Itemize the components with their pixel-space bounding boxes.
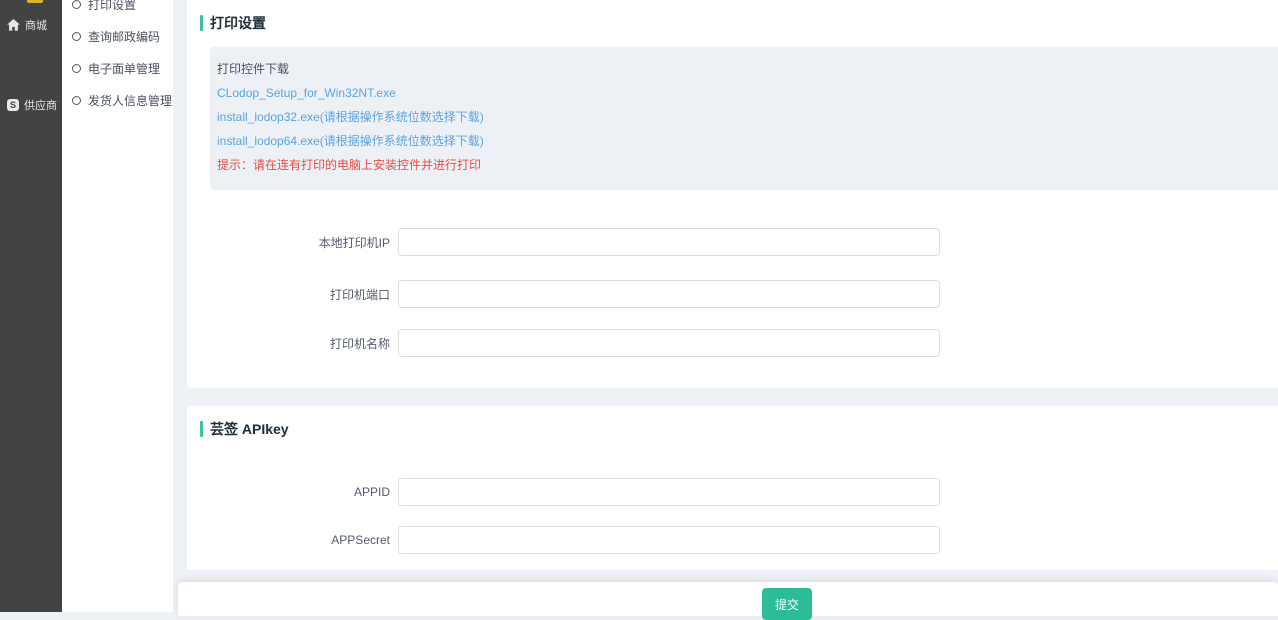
primary-sidebar: 商城 S 供应商 bbox=[0, 0, 62, 612]
menu-item-label: 电子面单管理 bbox=[88, 60, 160, 77]
section-header: 芸签 APIkey bbox=[200, 419, 289, 439]
menu-item-print-settings[interactable]: 打印设置 bbox=[62, 0, 173, 20]
menu-item-postal-code-query[interactable]: 查询邮政编码 bbox=[62, 20, 173, 52]
appsecret-label: APPSecret bbox=[187, 533, 398, 547]
logo-partial-icon bbox=[27, 0, 43, 3]
sidebar-item-label: 商城 bbox=[25, 17, 47, 33]
circle-bullet-icon bbox=[72, 96, 81, 105]
home-icon bbox=[7, 19, 20, 31]
appid-label: APPID bbox=[187, 485, 398, 499]
circle-bullet-icon bbox=[72, 64, 81, 73]
print-settings-card: 打印设置 打印控件下载 CLodop_Setup_for_Win32NT.exe… bbox=[187, 0, 1278, 388]
accent-bar bbox=[200, 421, 203, 437]
circle-bullet-icon bbox=[72, 0, 81, 9]
supplier-icon: S bbox=[7, 99, 19, 111]
print-control-download-box: 打印控件下载 CLodop_Setup_for_Win32NT.exe inst… bbox=[210, 47, 1278, 190]
menu-item-label: 发货人信息管理 bbox=[88, 92, 172, 109]
circle-bullet-icon bbox=[72, 32, 81, 41]
download-link-lodop32[interactable]: install_lodop32.exe(请根据操作系统位数选择下载) bbox=[217, 105, 1278, 129]
settings-menu: 打印设置 查询邮政编码 电子面单管理 发货人信息管理 bbox=[62, 0, 173, 116]
sidebar-item-supplier[interactable]: S 供应商 bbox=[0, 94, 62, 116]
menu-item-shipper-info-management[interactable]: 发货人信息管理 bbox=[62, 84, 173, 116]
appid-input[interactable] bbox=[398, 478, 940, 506]
form-row: APPSecret bbox=[187, 526, 940, 554]
install-tip-text: 提示：请在连有打印的电脑上安装控件并进行打印 bbox=[217, 153, 1278, 177]
printer-name-input[interactable] bbox=[398, 329, 940, 357]
form-row: 本地打印机IP bbox=[187, 228, 940, 256]
form-row: 打印机名称 bbox=[187, 329, 940, 357]
menu-item-label: 打印设置 bbox=[88, 0, 136, 13]
printer-ip-label: 本地打印机IP bbox=[187, 234, 398, 251]
accent-bar bbox=[200, 15, 203, 31]
submit-button[interactable]: 提交 bbox=[762, 588, 812, 620]
printer-port-label: 打印机端口 bbox=[187, 286, 398, 303]
download-link-lodop64[interactable]: install_lodop64.exe(请根据操作系统位数选择下载) bbox=[217, 129, 1278, 153]
section-header: 打印设置 bbox=[200, 13, 266, 33]
apikey-section-title: 芸签 APIkey bbox=[210, 419, 289, 439]
appsecret-input[interactable] bbox=[398, 526, 940, 554]
sidebar-item-mall[interactable]: 商城 bbox=[0, 14, 62, 36]
form-row: APPID bbox=[187, 478, 940, 506]
page-title: 打印设置 bbox=[210, 13, 266, 33]
download-heading: 打印控件下载 bbox=[217, 57, 1278, 81]
printer-port-input[interactable] bbox=[398, 280, 940, 308]
printer-name-label: 打印机名称 bbox=[187, 335, 398, 352]
menu-item-label: 查询邮政编码 bbox=[88, 28, 160, 45]
secondary-sidebar: 打印设置 查询邮政编码 电子面单管理 发货人信息管理 bbox=[62, 0, 173, 612]
form-row: 打印机端口 bbox=[187, 280, 940, 308]
submit-bar: 提交 bbox=[178, 582, 1278, 616]
download-link-clodop[interactable]: CLodop_Setup_for_Win32NT.exe bbox=[217, 81, 1278, 105]
apikey-card: 芸签 APIkey APPID APPSecret bbox=[187, 406, 1278, 570]
sidebar-item-label: 供应商 bbox=[24, 97, 57, 113]
menu-item-ewaybill-management[interactable]: 电子面单管理 bbox=[62, 52, 173, 84]
printer-ip-input[interactable] bbox=[398, 228, 940, 256]
